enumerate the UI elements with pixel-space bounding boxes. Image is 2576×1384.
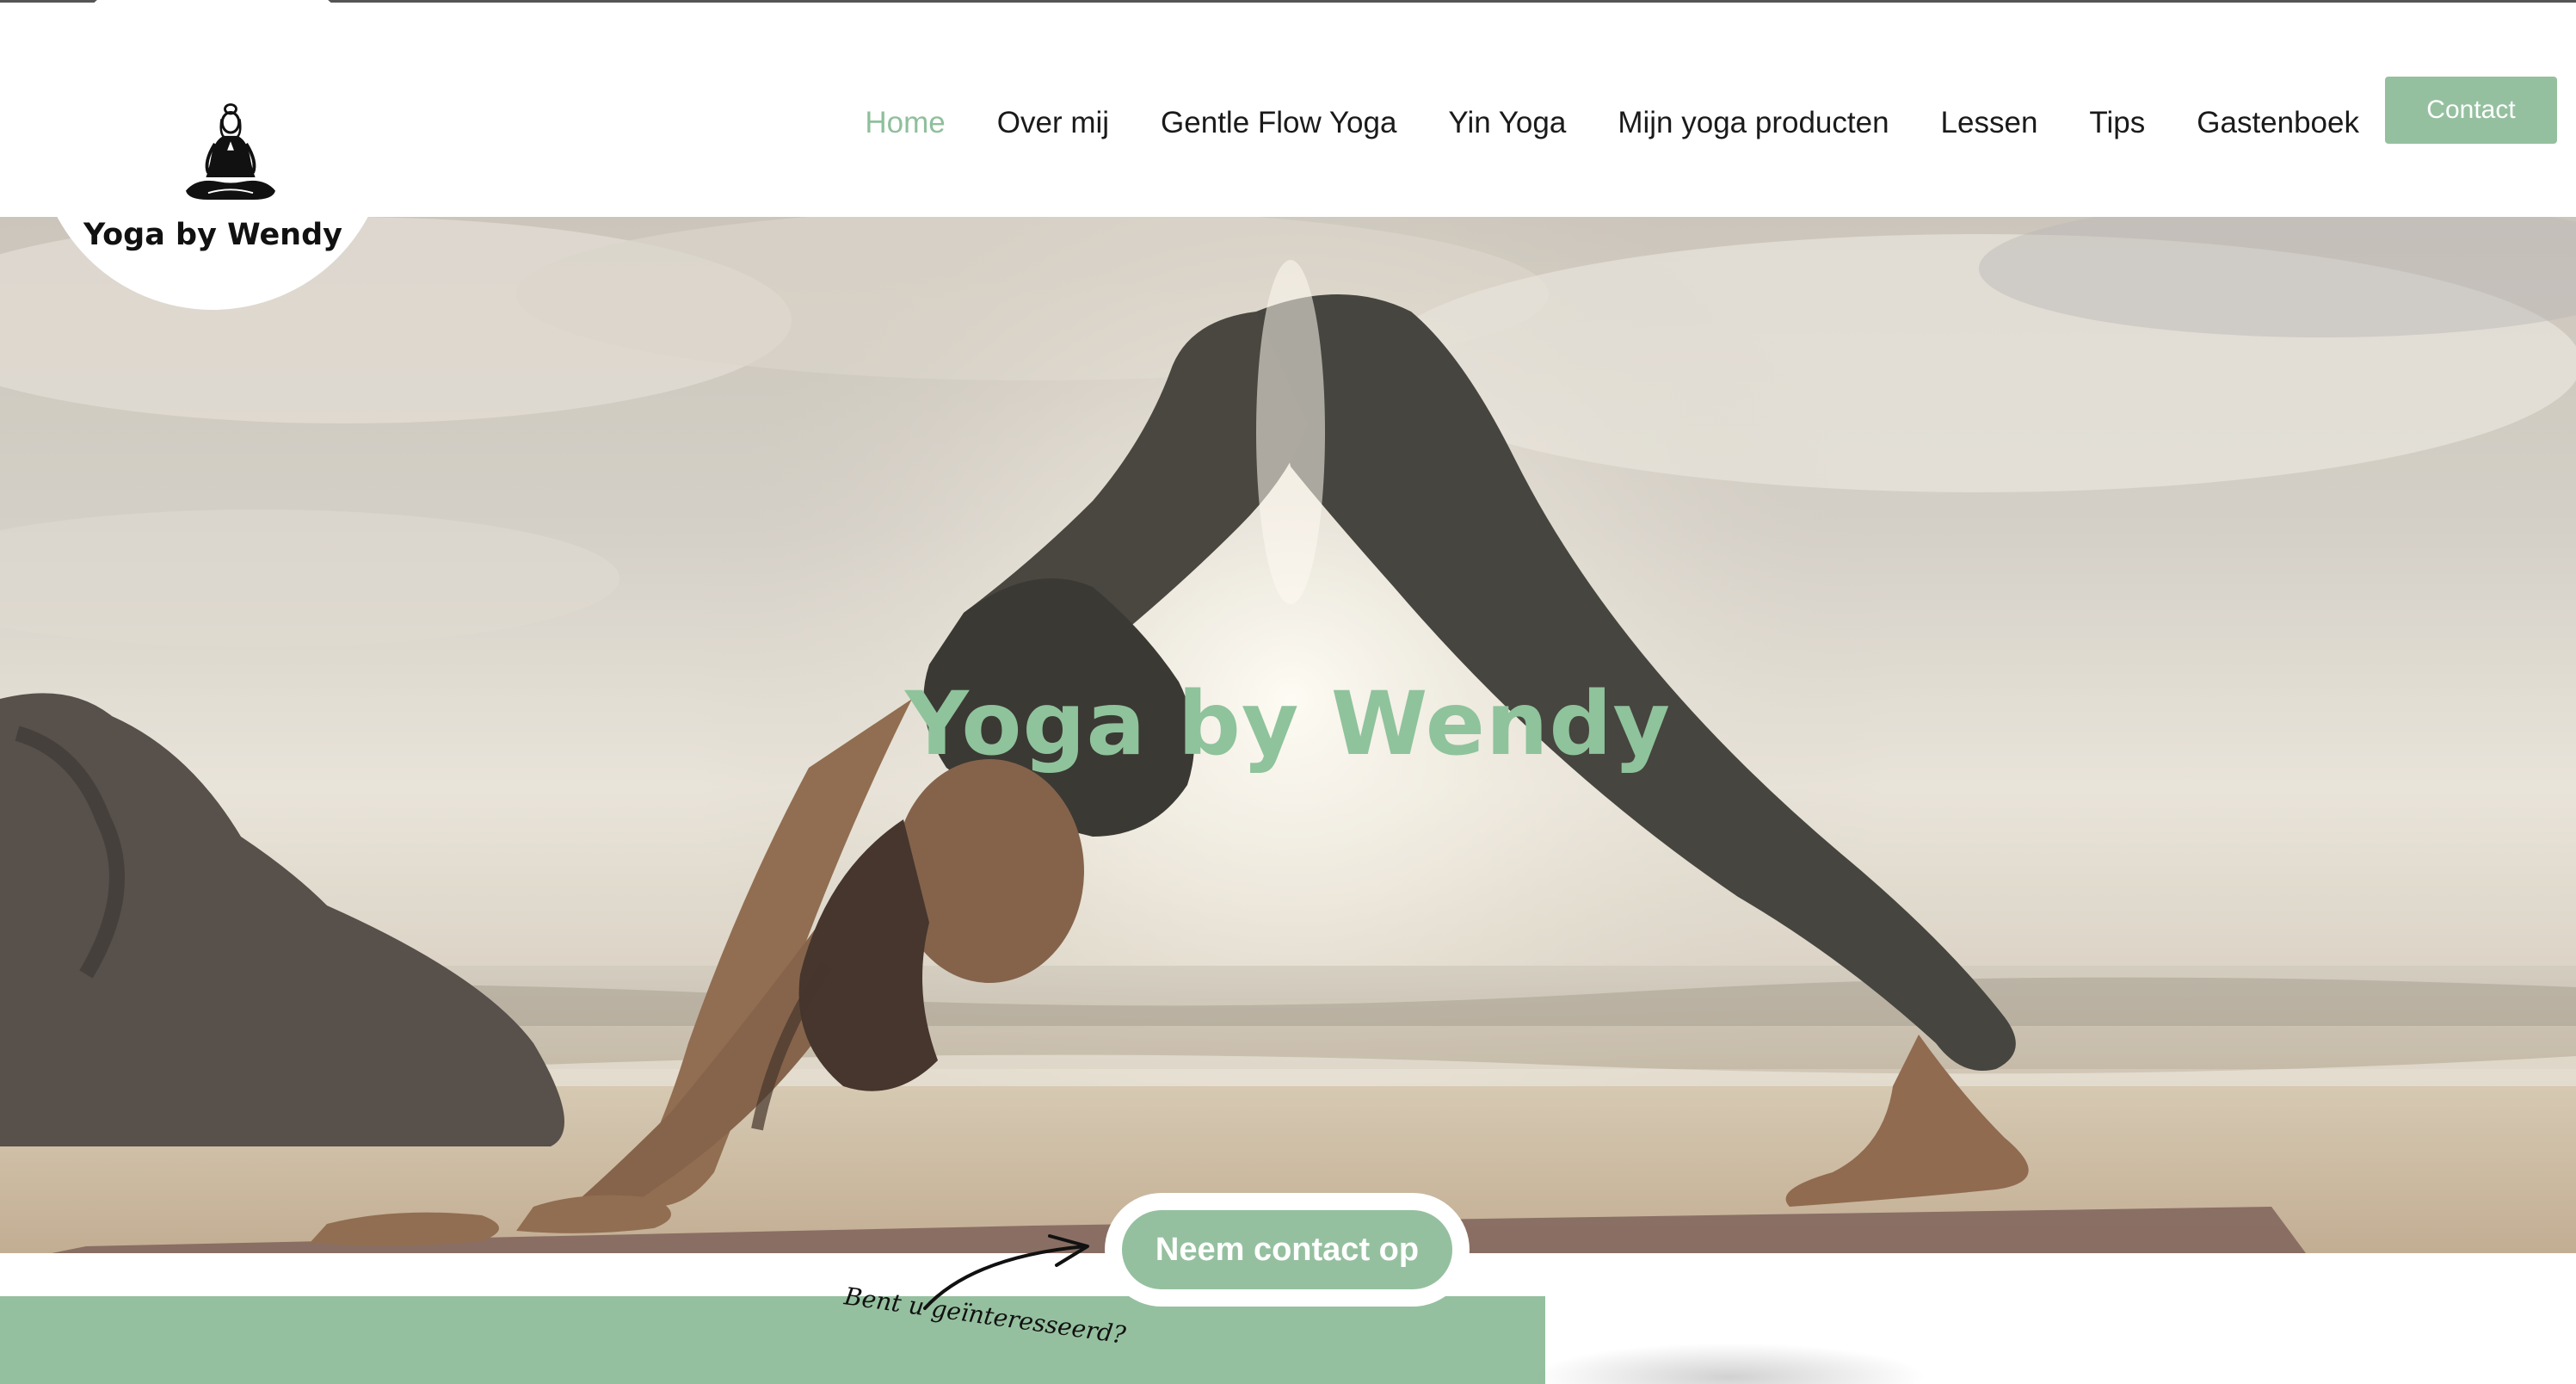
hero-section: Yoga by Wendy [0, 217, 2576, 1253]
hero-title: Yoga by Wendy [904, 673, 1672, 775]
contact-button[interactable]: Contact [2385, 77, 2557, 144]
nav-item-lessen[interactable]: Lessen [1941, 106, 2038, 140]
nav-item-gentle-flow-yoga[interactable]: Gentle Flow Yoga [1161, 106, 1396, 140]
nav-item-yin-yoga[interactable]: Yin Yoga [1448, 106, 1566, 140]
logo-text[interactable]: Yoga by Wendy [69, 218, 357, 252]
nav-item-gastenboek[interactable]: Gastenboek [2197, 106, 2359, 140]
nav-item-mijn-yoga-producten[interactable]: Mijn yoga producten [1618, 106, 1889, 140]
nav-item-home[interactable]: Home [865, 106, 945, 140]
card-shadow [1531, 1343, 1927, 1384]
neem-contact-op-button[interactable]: Neem contact op [1122, 1210, 1452, 1289]
main-nav: Home Over mij Gentle Flow Yoga Yin Yoga … [813, 89, 2359, 158]
nav-item-over-mij[interactable]: Over mij [997, 106, 1109, 140]
green-band [0, 1296, 1545, 1384]
page: Home Over mij Gentle Flow Yoga Yin Yoga … [0, 0, 2576, 1384]
nav-item-tips[interactable]: Tips [2089, 106, 2145, 140]
meditating-woman-icon[interactable] [175, 90, 287, 219]
